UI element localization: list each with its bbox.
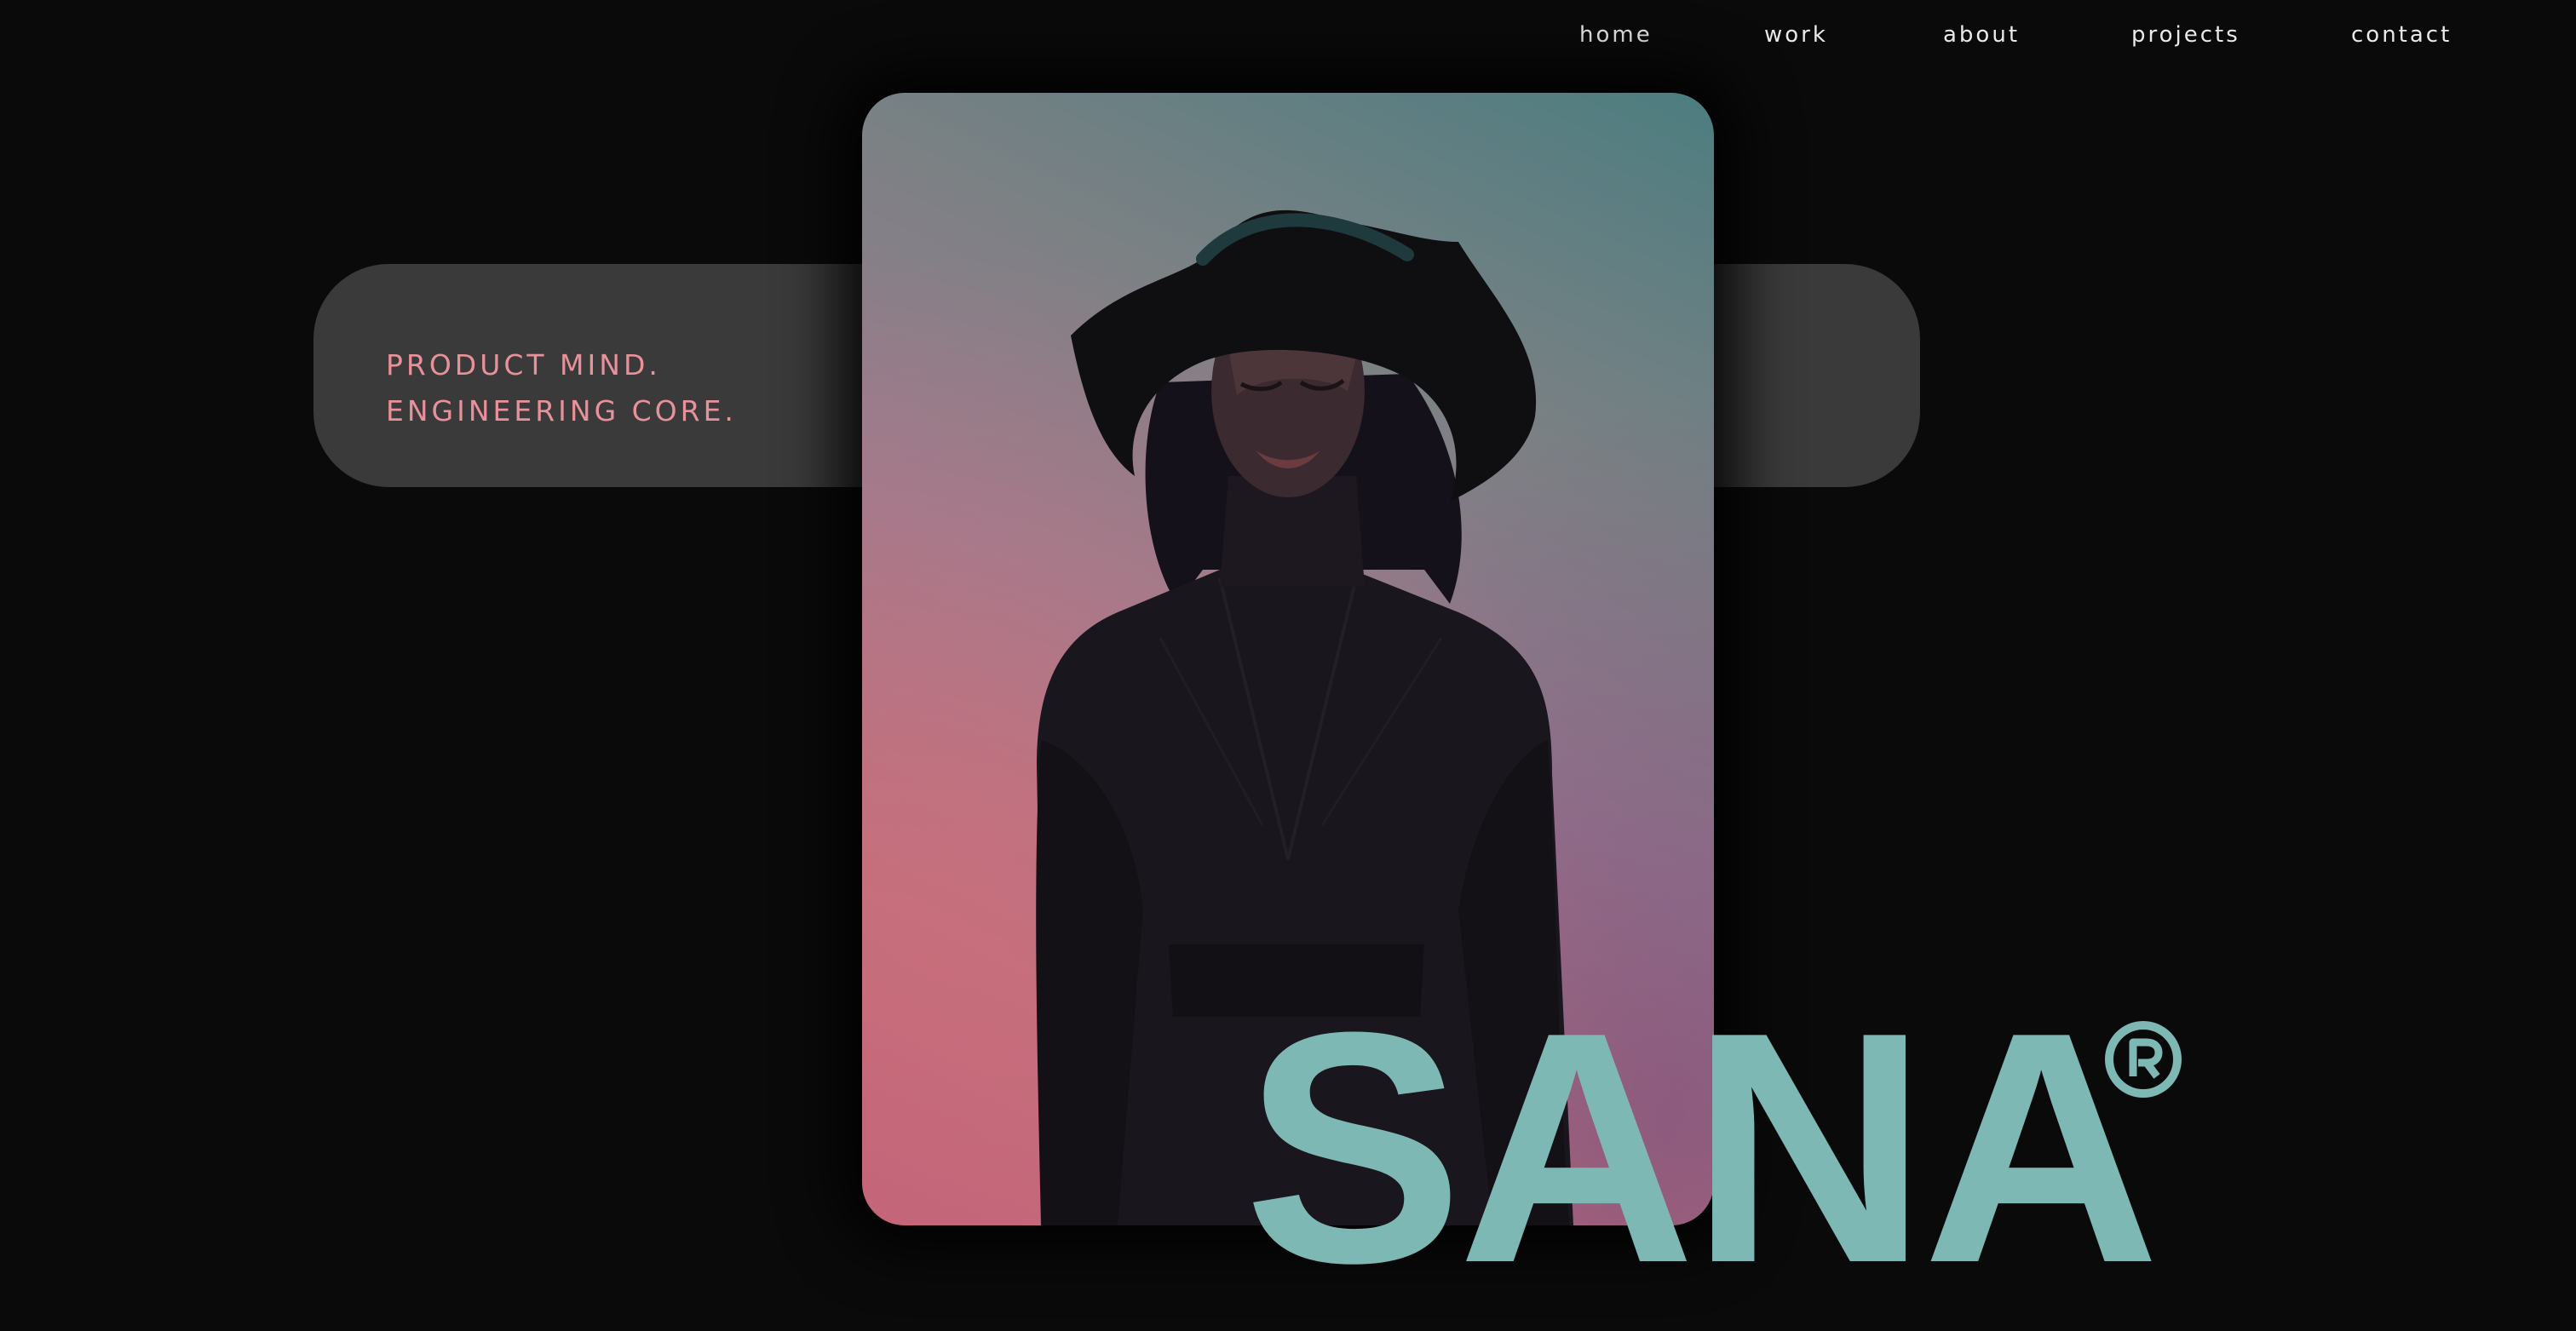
hero-tagline: PRODUCT MIND. ENGINEERING CORE.	[386, 342, 737, 434]
nav-home-link[interactable]: home	[1579, 22, 1653, 48]
nav-projects-link[interactable]: projects	[2131, 22, 2240, 48]
brand-wordmark: SANA	[1244, 964, 2160, 1331]
tagline-line-2: ENGINEERING CORE.	[386, 394, 737, 427]
top-navigation: home work about projects contact	[0, 22, 2576, 51]
nav-work-link[interactable]: work	[1764, 22, 1828, 48]
tagline-line-1: PRODUCT MIND.	[386, 348, 661, 382]
nav-contact-link[interactable]: contact	[2351, 22, 2452, 48]
registered-trademark-icon	[2105, 1021, 2182, 1098]
nav-about-link[interactable]: about	[1943, 22, 2020, 48]
